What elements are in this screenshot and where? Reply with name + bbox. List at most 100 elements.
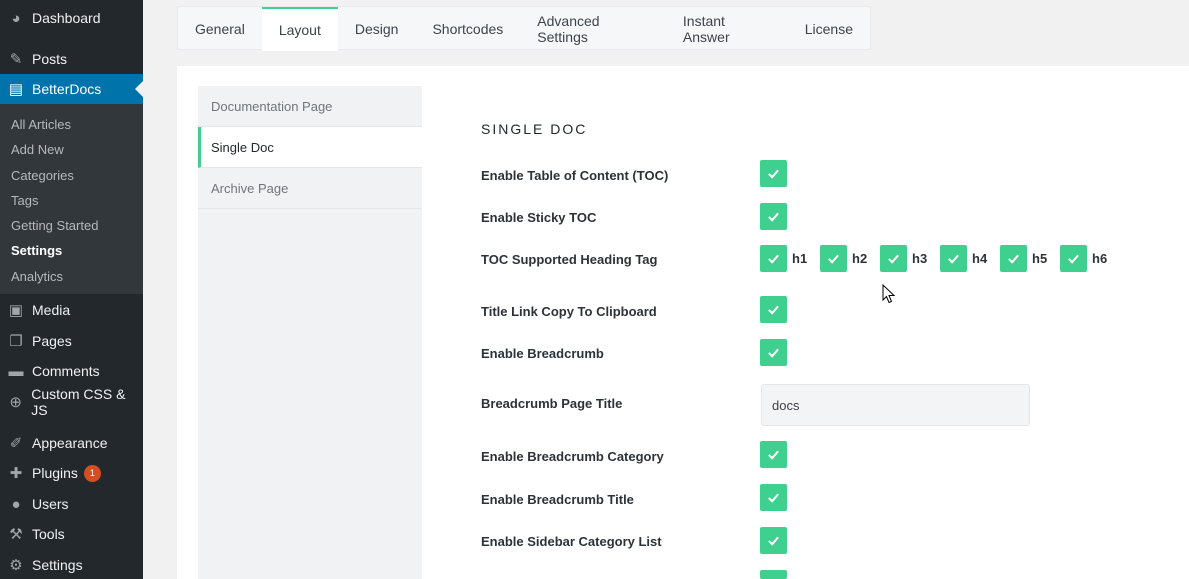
menu-media[interactable]: ▣ Media bbox=[0, 295, 143, 325]
betterdocs-submenu: All Articles Add New Categories Tags Get… bbox=[0, 104, 143, 294]
layout-subnav: Documentation Page Single Doc Archive Pa… bbox=[198, 86, 422, 579]
menu-tools[interactable]: ⚒ Tools bbox=[0, 519, 143, 549]
checkmark-icon bbox=[948, 254, 959, 264]
menu-posts[interactable]: ✎ Posts bbox=[0, 44, 143, 74]
h3-label: h3 bbox=[912, 251, 928, 266]
section-title: SINGLE DOC bbox=[481, 121, 588, 137]
menu-label: Posts bbox=[32, 51, 68, 67]
submenu-analytics[interactable]: Analytics bbox=[11, 269, 63, 284]
h6-label: h6 bbox=[1092, 251, 1108, 266]
tab-advanced-settings[interactable]: Advanced Settings bbox=[520, 7, 666, 51]
tab-design[interactable]: Design bbox=[338, 7, 416, 51]
menu-label: Comments bbox=[32, 363, 100, 379]
wrench-icon: ⚒ bbox=[9, 526, 23, 543]
checkmark-icon bbox=[828, 254, 839, 264]
plus-circle-icon: ⊕ bbox=[9, 394, 22, 411]
h1-label: h1 bbox=[792, 251, 808, 266]
submenu-settings[interactable]: Settings bbox=[11, 243, 62, 258]
settings-panel: Documentation Page Single Doc Archive Pa… bbox=[177, 66, 1189, 579]
pin-icon: ✎ bbox=[9, 51, 23, 68]
h2-label: h2 bbox=[852, 251, 868, 266]
menu-label: Pages bbox=[32, 333, 72, 349]
menu-dashboard[interactable]: ◕ Dashboard bbox=[0, 3, 143, 33]
menu-label: Plugins bbox=[32, 465, 78, 481]
subnav-archive-page[interactable]: Archive Page bbox=[198, 168, 422, 209]
breadcrumb-label: Enable Breadcrumb bbox=[481, 346, 604, 361]
settings-icon: ⚙ bbox=[9, 557, 23, 574]
plug-icon: ✚ bbox=[9, 465, 23, 482]
h3-checkbox[interactable] bbox=[880, 245, 907, 272]
dashboard-icon: ◕ bbox=[11, 9, 21, 27]
settings-tabs: General Layout Design Shortcodes Advance… bbox=[177, 6, 871, 51]
menu-label: Media bbox=[32, 302, 71, 318]
breadcrumb-page-title-input[interactable] bbox=[761, 384, 1030, 426]
subnav-documentation-page[interactable]: Documentation Page bbox=[198, 86, 422, 127]
title-link-checkbox[interactable] bbox=[760, 296, 787, 323]
sidebar-category-list-checkbox[interactable] bbox=[760, 527, 787, 554]
brush-icon: ✐ bbox=[9, 435, 23, 452]
subnav-single-doc[interactable]: Single Doc bbox=[198, 127, 422, 168]
menu-betterdocs[interactable]: ▤ BetterDocs bbox=[0, 74, 143, 104]
sticky-toc-label: Enable Sticky TOC bbox=[481, 210, 597, 225]
next-checkbox-partial[interactable] bbox=[760, 570, 787, 579]
tab-shortcodes[interactable]: Shortcodes bbox=[415, 7, 520, 51]
submenu-tags[interactable]: Tags bbox=[11, 193, 38, 208]
checkmark-icon bbox=[768, 348, 779, 358]
checkmark-icon bbox=[768, 305, 779, 315]
menu-settings[interactable]: ⚙ Settings bbox=[0, 550, 143, 579]
menu-appearance[interactable]: ✐ Appearance bbox=[0, 428, 143, 458]
checkmark-icon bbox=[768, 493, 779, 503]
menu-label: Tools bbox=[32, 526, 65, 542]
document-icon: ▤ bbox=[8, 81, 24, 98]
checkmark-icon bbox=[1068, 254, 1079, 264]
checkmark-icon bbox=[768, 212, 779, 222]
menu-label: Appearance bbox=[32, 435, 108, 451]
h6-checkbox[interactable] bbox=[1060, 245, 1087, 272]
sticky-toc-checkbox[interactable] bbox=[760, 203, 787, 230]
submenu-categories[interactable]: Categories bbox=[11, 168, 74, 183]
menu-custom-css-js[interactable]: ⊕ Custom CSS & JS bbox=[0, 386, 143, 418]
admin-sidebar: ◕ Dashboard ✎ Posts ▤ BetterDocs All Articl… bbox=[0, 0, 143, 579]
breadcrumb-title-label: Enable Breadcrumb Title bbox=[481, 492, 634, 507]
toc-checkbox[interactable] bbox=[760, 160, 787, 187]
tab-instant-answer[interactable]: Instant Answer bbox=[666, 7, 788, 51]
tab-license[interactable]: License bbox=[788, 7, 870, 51]
submenu-all-articles[interactable]: All Articles bbox=[11, 117, 71, 132]
h2-checkbox[interactable] bbox=[820, 245, 847, 272]
submenu-add-new[interactable]: Add New bbox=[11, 142, 64, 157]
h5-checkbox[interactable] bbox=[1000, 245, 1027, 272]
single-doc-settings: SINGLE DOC Enable Table of Content (TOC)… bbox=[481, 66, 1189, 579]
submenu-getting-started[interactable]: Getting Started bbox=[11, 218, 98, 233]
menu-users[interactable]: ● Users bbox=[0, 489, 143, 519]
title-link-label: Title Link Copy To Clipboard bbox=[481, 304, 657, 319]
checkmark-icon bbox=[768, 450, 779, 460]
pages-icon: ❐ bbox=[9, 333, 23, 350]
update-count-badge: 1 bbox=[83, 464, 101, 482]
checkmark-icon bbox=[768, 536, 779, 546]
h5-label: h5 bbox=[1032, 251, 1048, 266]
sidebar-category-list-label: Enable Sidebar Category List bbox=[481, 534, 662, 549]
comment-icon: ▬ bbox=[8, 362, 24, 380]
menu-plugins[interactable]: ✚ Plugins 1 bbox=[0, 458, 143, 488]
user-icon: ● bbox=[11, 495, 21, 513]
tab-general[interactable]: General bbox=[178, 7, 262, 51]
breadcrumb-category-checkbox[interactable] bbox=[760, 441, 787, 468]
toc-label: Enable Table of Content (TOC) bbox=[481, 168, 669, 183]
menu-pages[interactable]: ❐ Pages bbox=[0, 326, 143, 356]
breadcrumb-category-label: Enable Breadcrumb Category bbox=[481, 449, 664, 464]
h4-checkbox[interactable] bbox=[940, 245, 967, 272]
media-icon: ▣ bbox=[8, 302, 24, 319]
menu-label: BetterDocs bbox=[32, 81, 102, 97]
menu-label: Custom CSS & JS bbox=[31, 386, 126, 418]
menu-label: Settings bbox=[32, 557, 83, 573]
tab-layout[interactable]: Layout bbox=[261, 7, 338, 51]
checkmark-icon bbox=[768, 254, 779, 264]
h1-checkbox[interactable] bbox=[760, 245, 787, 272]
breadcrumb-checkbox[interactable] bbox=[760, 339, 787, 366]
h4-label: h4 bbox=[972, 251, 988, 266]
breadcrumb-title-checkbox[interactable] bbox=[760, 484, 787, 511]
menu-comments[interactable]: ▬ Comments bbox=[0, 356, 143, 386]
checkmark-icon bbox=[768, 169, 779, 179]
menu-label: Dashboard bbox=[32, 10, 101, 26]
checkmark-icon bbox=[1008, 254, 1019, 264]
